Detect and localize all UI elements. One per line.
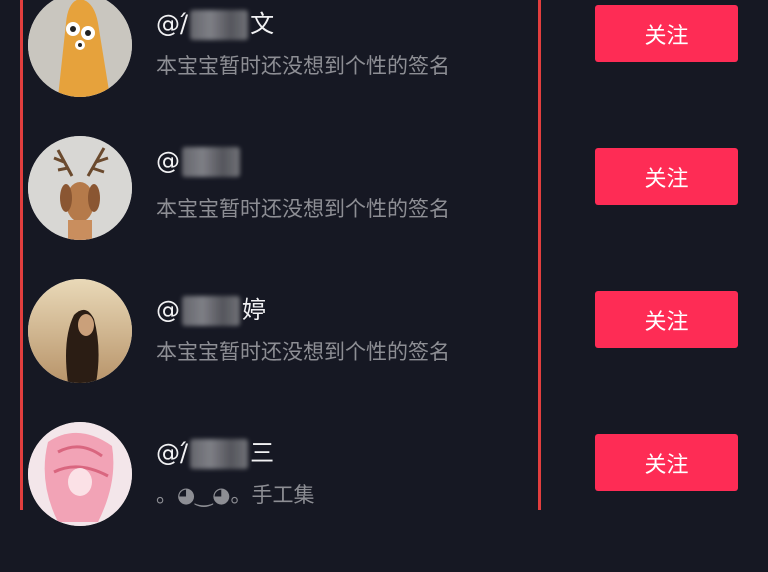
handle-prefix: @ [156,10,180,38]
cartoon-character-avatar-icon [28,0,132,97]
blurred-handle [190,439,249,469]
handle-fragment: 婷 [242,296,266,324]
handle-fragment: 三 [250,439,275,467]
username[interactable]: @ [156,147,242,177]
handle-prefix: @ [156,147,180,175]
user-bio: 。◕‿◕。手工集 [156,483,315,507]
user-bio: 本宝宝暂时还没想到个性的签名 [156,197,450,221]
blurred-handle [190,10,249,40]
deer-dog-avatar-icon [28,136,132,240]
blurred-handle [182,147,240,177]
avatar[interactable] [28,136,132,240]
user-bio: 本宝宝暂时还没想到个性的签名 [156,340,450,364]
username[interactable]: @ 婷 [156,290,266,326]
handle-fragment: 文 [250,10,275,38]
follow-button[interactable]: 关注 [595,434,738,491]
username[interactable]: @/́ 三 [156,433,274,469]
list-item[interactable]: @/́ 文 本宝宝暂时还没想到个性的签名 关注 [0,0,768,143]
list-item[interactable]: @/́ 三 。◕‿◕。手工集 关注 [0,422,768,572]
handle-prefix: @ [156,296,180,324]
avatar[interactable] [28,422,132,526]
avatar[interactable] [28,0,132,97]
highlight-frame-right [538,0,541,510]
highlight-frame-left [20,0,23,510]
blurred-handle [182,296,240,326]
handle-prefix: @ [156,439,180,467]
avatar[interactable] [28,279,132,383]
handle-fragment: /́ [180,10,189,38]
username[interactable]: @/́ 文 [156,4,274,40]
girl-photo-avatar-icon [28,279,132,383]
list-item[interactable]: @ 本宝宝暂时还没想到个性的签名 关注 [0,136,768,286]
user-bio: 本宝宝暂时还没想到个性的签名 [156,54,450,78]
follow-button[interactable]: 关注 [595,5,738,62]
user-list: @/́ 文 本宝宝暂时还没想到个性的签名 关注 @ 本宝宝暂时还没想到个性的签名 … [0,0,768,526]
follow-button[interactable]: 关注 [595,148,738,205]
anime-drawing-avatar-icon [28,422,132,526]
handle-fragment: /́ [180,439,189,467]
follow-button[interactable]: 关注 [595,291,738,348]
list-item[interactable]: @ 婷 本宝宝暂时还没想到个性的签名 关注 [0,279,768,429]
